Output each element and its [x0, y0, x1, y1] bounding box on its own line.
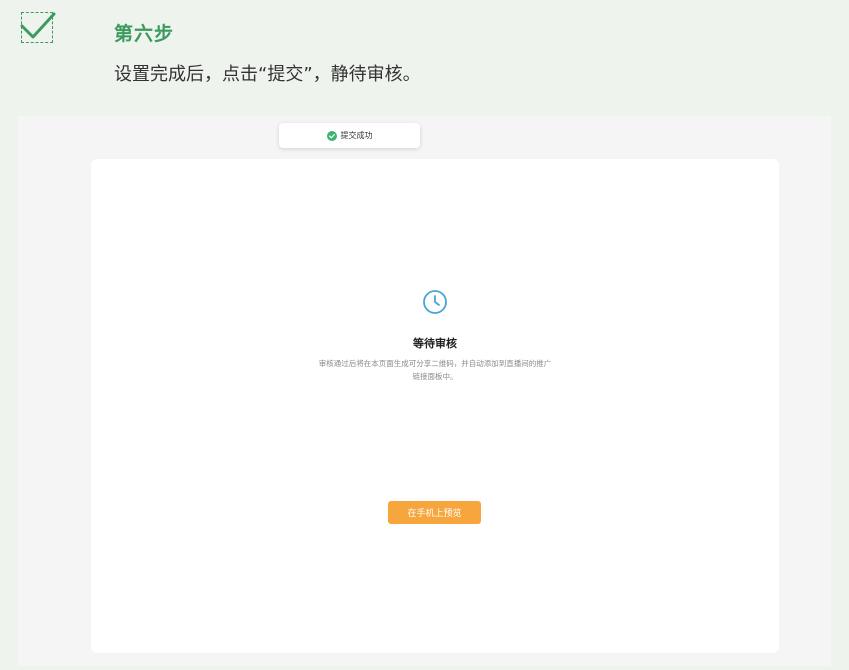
checkmark-icon [20, 12, 56, 43]
toast-text: 提交成功 [340, 131, 373, 140]
review-card: 等待审核 审核通过后将在本页面生成可分享二维码，并自动添加到直播间的推广链接面板… [91, 159, 779, 653]
clock-icon [422, 289, 448, 315]
screenshot-panel: 提交成功 等待审核 审核通过后将在本页面生成可分享二维码，并自动添加到直播间的推… [18, 116, 831, 666]
wait-description: 审核通过后将在本页面生成可分享二维码，并自动添加到直播间的推广链接面板中。 [318, 359, 552, 381]
check-circle-icon [326, 130, 337, 141]
success-toast: 提交成功 [279, 123, 420, 148]
step-description: 设置完成后，点击“提交”，静待审核。 [114, 64, 421, 85]
wait-title: 等待审核 [413, 337, 457, 350]
preview-on-phone-button[interactable]: 在手机上预览 [388, 501, 481, 524]
step-title: 第六步 [114, 23, 175, 45]
